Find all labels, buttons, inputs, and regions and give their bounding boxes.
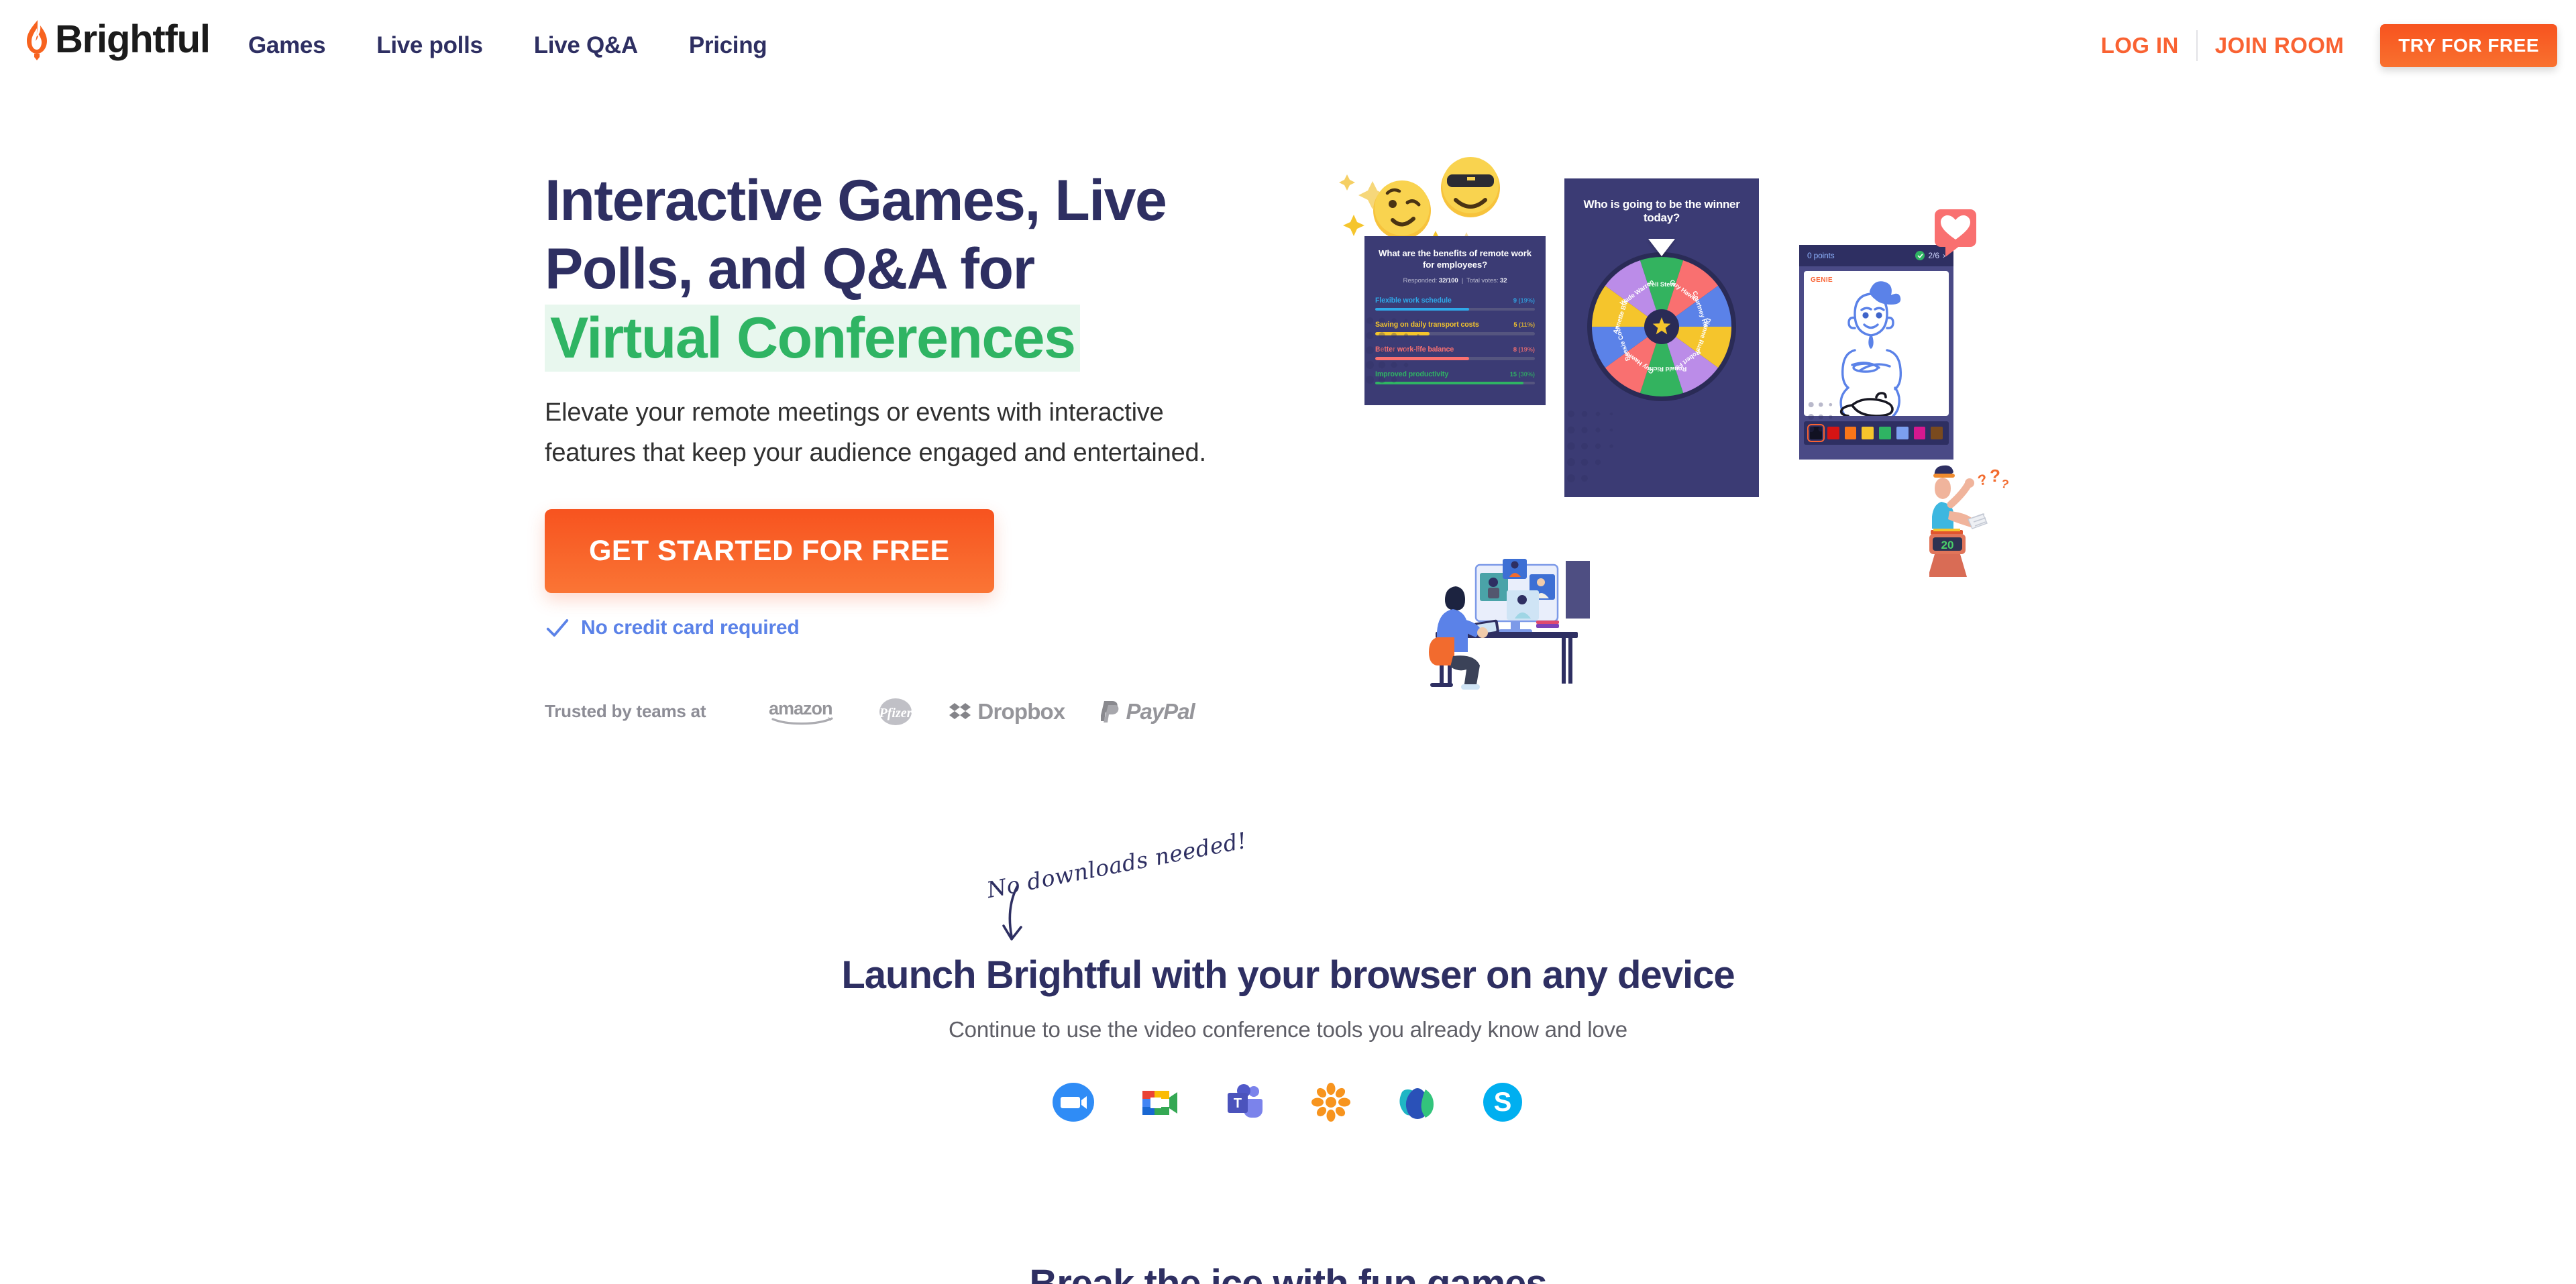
webex-icon[interactable] — [1394, 1079, 1440, 1125]
winking-face-emoji — [1373, 180, 1431, 239]
spinner-wheel[interactable]: Darrell Steward Guy Hawkins Courtney Henry… — [1585, 239, 1739, 404]
supported-apps-row: T S — [0, 1079, 2576, 1125]
remote-meeting-illustration — [1429, 559, 1590, 690]
podium-score: 20 — [1941, 539, 1954, 551]
heart-reaction-badge — [1935, 209, 1976, 257]
dropbox-icon — [949, 702, 971, 719]
gotomeeting-icon[interactable] — [1308, 1079, 1354, 1125]
headline-line-2: Polls, and Q&A for — [545, 237, 1035, 302]
drawing-card-header: 0 points 2/6 › — [1799, 245, 1953, 266]
try-for-free-button[interactable]: TRY FOR FREE — [2380, 24, 2557, 67]
poll-total-votes-value: 32 — [1500, 276, 1507, 284]
skype-icon[interactable]: S — [1480, 1079, 1525, 1125]
paypal-icon — [1101, 700, 1119, 723]
poll-responded-value: 32/100 — [1438, 276, 1458, 284]
svg-text:T: T — [1234, 1096, 1242, 1111]
curved-arrow-down-icon — [1002, 886, 1022, 941]
browser-section: No downloads needed! Launch Brightful wi… — [0, 827, 2576, 1125]
nav-item-games[interactable]: Games — [248, 32, 326, 59]
headline-highlight: Virtual Conferences — [545, 304, 1081, 372]
round-progress: 2/6 › — [1915, 251, 1945, 260]
halftone-decoration — [1808, 402, 1833, 433]
microsoft-teams-icon[interactable]: T — [1222, 1079, 1268, 1125]
get-started-button[interactable]: GET STARTED FOR FREE — [545, 509, 994, 593]
paypal-logo: PayPal — [1101, 698, 1195, 725]
cool-sunglasses-emoji — [1441, 157, 1500, 217]
no-downloads-annotation: No downloads needed! — [985, 827, 1267, 941]
drawing-word-label: GENIE — [1811, 276, 1833, 284]
dropbox-logo: Dropbox — [949, 699, 1065, 725]
browser-section-title: Launch Brightful with your browser on an… — [841, 953, 1735, 997]
site-header: Brightful Games Live polls Live Q&A Pric… — [0, 0, 2576, 98]
check-circle-icon — [1915, 251, 1925, 260]
google-meet-icon[interactable] — [1136, 1079, 1182, 1125]
join-room-link[interactable]: JOIN ROOM — [2198, 33, 2361, 58]
svg-text:amazon: amazon — [769, 698, 833, 718]
poll-option-label: Flexible work schedule — [1375, 296, 1452, 305]
quiz-podium-illustration: ? ? ? 20 — [1929, 465, 2010, 577]
nav-item-live-qa[interactable]: Live Q&A — [534, 32, 638, 59]
spinner-wheel-card: Who is going to be the winner today? Dar… — [1564, 178, 1759, 497]
paypal-wordmark: PayPal — [1126, 698, 1195, 724]
page-title: Interactive Games, Live Polls, and Q&A f… — [545, 166, 1242, 372]
browser-section-subtitle: Continue to use the video conference too… — [949, 1017, 1627, 1042]
no-credit-card-label: No credit card required — [581, 616, 800, 639]
zoom-icon[interactable] — [1051, 1079, 1096, 1125]
wheel-graphic: Darrell StewardGuy HawkinsCourtney Henry… — [1587, 252, 1736, 401]
next-section-title: Break the ice with fun games — [1029, 1262, 1547, 1284]
logo[interactable]: Brightful — [21, 17, 211, 61]
no-credit-card-note: No credit card required — [545, 615, 1242, 641]
trusted-by-label: Trusted by teams at — [545, 701, 706, 722]
login-link[interactable]: LOG IN — [2084, 33, 2196, 58]
poll-question: What are the benefits of remote work for… — [1379, 248, 1532, 270]
flame-icon — [27, 20, 47, 60]
logo-text: Brightful — [55, 17, 211, 61]
wheel-question: Who is going to be the winner today? — [1583, 198, 1740, 224]
heart-icon — [1941, 215, 1970, 239]
dropbox-wordmark: Dropbox — [977, 698, 1065, 724]
wheel-pointer-icon — [1648, 239, 1675, 256]
header-actions: LOG IN JOIN ROOM TRY FOR FREE — [2084, 24, 2557, 67]
check-icon — [546, 619, 569, 637]
poll-option-value: 9 (19%) — [1513, 297, 1535, 304]
halftone-decoration — [1567, 411, 1613, 482]
sparkle-icon — [1343, 215, 1364, 236]
nav-item-live-polls[interactable]: Live polls — [376, 32, 483, 59]
trusted-by-row: Trusted by teams at amazon Pfizer Dropbo… — [545, 697, 1242, 727]
nav-item-pricing[interactable]: Pricing — [689, 32, 767, 59]
next-section: Break the ice with fun games — [0, 1261, 2576, 1284]
drawing-game-card: 0 points 2/6 › GENIE — [1799, 245, 1953, 460]
hero-illustration: What are the benefits of remote work for… — [1339, 157, 2100, 698]
pfizer-logo: Pfizer — [877, 697, 914, 727]
points-label: 0 points — [1807, 251, 1835, 260]
hero-content: Interactive Games, Live Polls, and Q&A f… — [545, 166, 1242, 727]
poll-responded-label: Responded: — [1403, 276, 1438, 284]
amazon-logo: amazon — [767, 698, 840, 725]
poll-separator: | — [1461, 276, 1464, 284]
live-poll-card: What are the benefits of remote work for… — [1364, 236, 1546, 405]
halftone-decoration — [1366, 317, 1420, 384]
poll-meta: Responded: 32/100 | Total votes: 32 — [1375, 277, 1535, 284]
main-nav: Games Live polls Live Q&A Pricing — [248, 32, 767, 59]
svg-text:S: S — [1494, 1087, 1512, 1117]
poll-total-votes-label: Total votes: — [1466, 276, 1499, 284]
svg-text:?: ? — [1976, 471, 1988, 489]
sparkle-icon — [1339, 174, 1355, 191]
svg-text:Pfizer: Pfizer — [879, 706, 912, 720]
svg-text:?: ? — [1990, 466, 2000, 486]
round-progress-label: 2/6 — [1928, 251, 1939, 260]
hero-subtitle: Elevate your remote meetings or events w… — [545, 398, 1206, 468]
svg-text:?: ? — [2000, 476, 2010, 491]
headline-line-1: Interactive Games, Live — [545, 168, 1167, 233]
